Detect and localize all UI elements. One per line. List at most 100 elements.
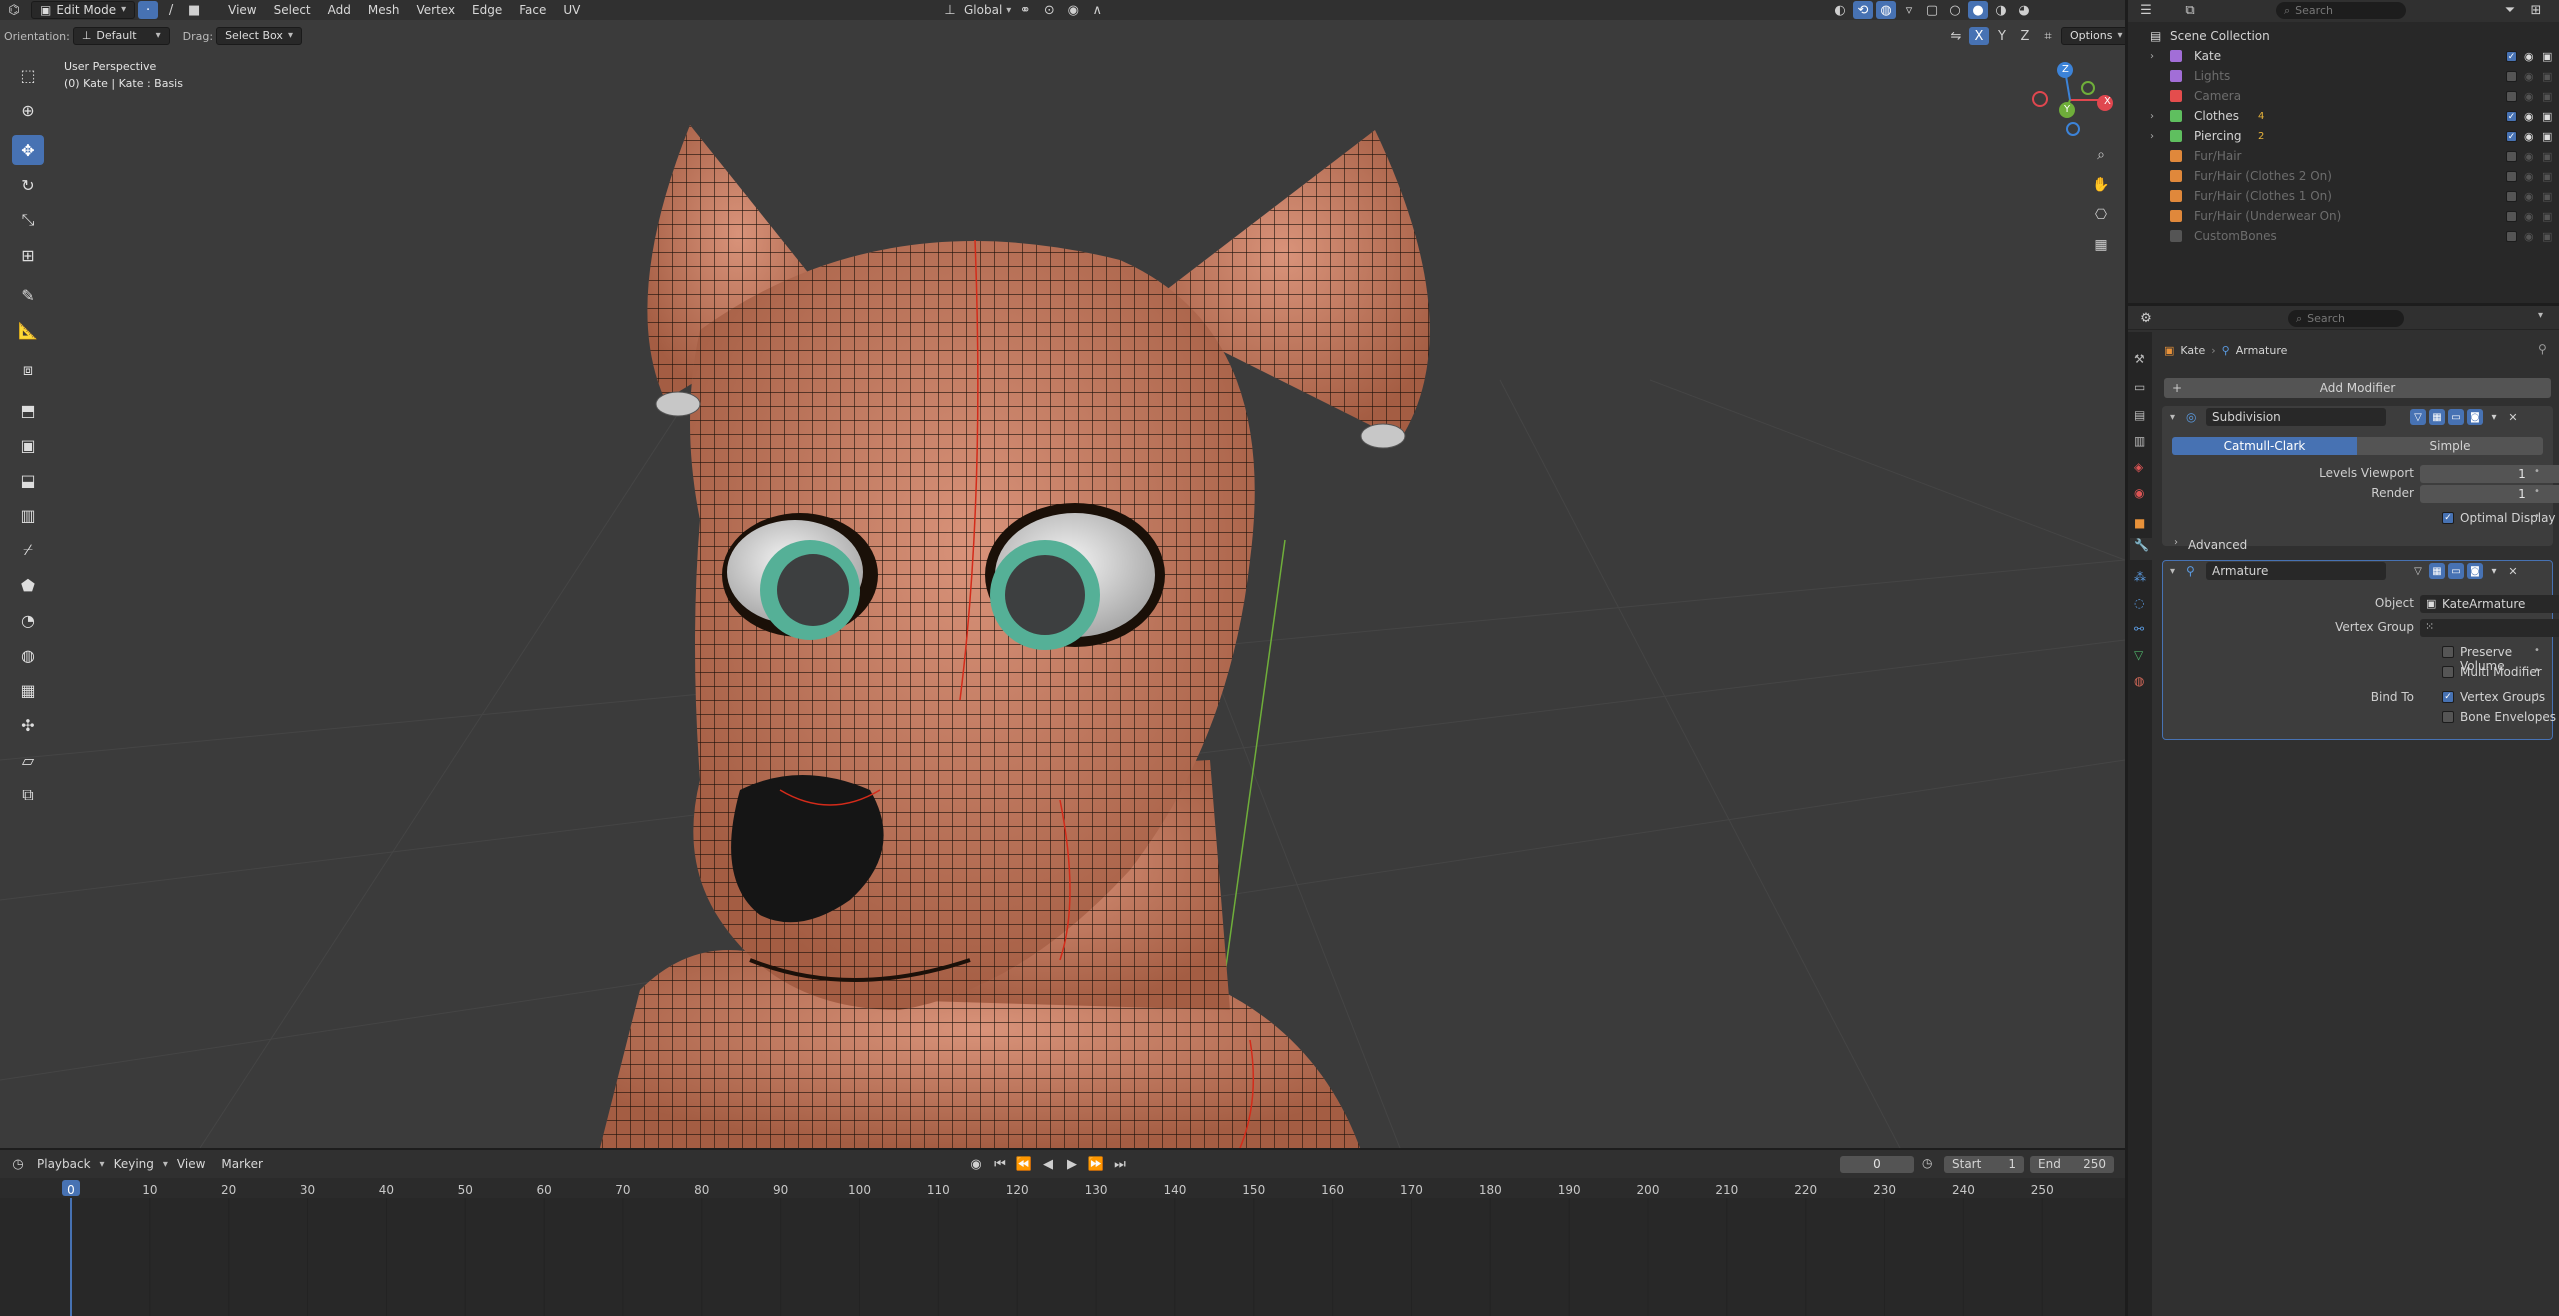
navigation-gizmo[interactable]	[2025, 55, 2115, 145]
zoom-icon[interactable]: ⌕	[2088, 142, 2114, 168]
exclude-checkbox[interactable]: ✓	[2506, 110, 2517, 122]
next-keyframe-icon[interactable]: ⏩	[1086, 1155, 1106, 1173]
vertex-select-icon[interactable]: ·	[138, 1, 159, 19]
ortho-grid-icon[interactable]: ▦	[2088, 232, 2114, 258]
jump-end-icon[interactable]: ⏭	[1110, 1155, 1130, 1173]
transform-orientation[interactable]: Global	[964, 3, 1002, 17]
expand-chevron-icon[interactable]: ›	[2150, 111, 2154, 122]
play-icon[interactable]: ▶	[1062, 1155, 1082, 1173]
extrude-icon[interactable]: ⬒	[12, 395, 44, 425]
mesh-edit-overlay-icon[interactable]: ▿	[1899, 1, 1919, 19]
poly-build-icon[interactable]: ⬟	[12, 570, 44, 600]
clock-icon[interactable]: ◷	[8, 1155, 28, 1173]
keyframe-dot-icon[interactable]: •	[2534, 511, 2540, 522]
add-cube-icon[interactable]: ⧈	[12, 355, 44, 385]
pin-icon[interactable]: ⚲	[2538, 342, 2547, 356]
multi-modifier-checkbox[interactable]	[2442, 666, 2454, 678]
menu-marker[interactable]: Marker	[214, 1155, 269, 1173]
outliner-item[interactable]: Camera ◉ ▣	[2128, 86, 2559, 106]
chevron-down-icon[interactable]: ▾	[2486, 409, 2502, 425]
vertex-groups-checkbox[interactable]: ✓	[2442, 691, 2454, 703]
chevron-down-icon[interactable]: ▾	[2538, 310, 2543, 321]
timer-icon[interactable]: ◷	[1922, 1156, 1932, 1170]
outliner-item[interactable]: CustomBones ◉ ▣	[2128, 226, 2559, 246]
eye-icon[interactable]: ◉	[2524, 70, 2534, 83]
drag-dropdown[interactable]: Select Box ▾	[216, 27, 302, 45]
armature-name-field[interactable]: Armature	[2206, 562, 2386, 580]
add-modifier-button[interactable]: + Add Modifier	[2164, 378, 2551, 398]
wireframe-shading-icon[interactable]: ○	[1945, 1, 1965, 19]
prev-keyframe-icon[interactable]: ⏪	[1014, 1155, 1034, 1173]
eye-icon[interactable]: ◉	[2524, 230, 2534, 243]
object-tab-icon[interactable]: ■	[2134, 516, 2145, 530]
visibility-icon[interactable]: ◐	[1830, 1, 1850, 19]
render-camera-icon[interactable]: ▣	[2542, 210, 2552, 223]
keyframe-dot-icon[interactable]: •	[2534, 486, 2540, 497]
exclude-checkbox[interactable]	[2506, 190, 2517, 202]
bone-envelopes-checkbox[interactable]	[2442, 711, 2454, 723]
outliner-item[interactable]: Lights ◉ ▣	[2128, 66, 2559, 86]
edit-cage-icon[interactable]: ▽	[2410, 563, 2426, 579]
start-frame-field[interactable]: Start 1	[1944, 1156, 2024, 1173]
axis-y-toggle[interactable]: Y	[1992, 27, 2012, 45]
render-camera-icon[interactable]: ▣	[2542, 150, 2552, 163]
shrink-fatten-icon[interactable]: ✣	[12, 710, 44, 740]
face-select-icon[interactable]: ■	[184, 1, 204, 19]
cursor-icon[interactable]: ⊕	[12, 95, 44, 125]
exclude-checkbox[interactable]: ✓	[2506, 130, 2517, 142]
editor-type-icon[interactable]: ⚙	[2136, 309, 2156, 327]
auto-merge-icon[interactable]: ⌗	[2038, 27, 2058, 45]
record-icon[interactable]: ◉	[966, 1155, 986, 1173]
world-tab-icon[interactable]: ◉	[2134, 486, 2144, 500]
outliner-item[interactable]: › Clothes ✓ ◉ ▣	[2128, 106, 2559, 126]
subdivision-name-field[interactable]: Subdivision	[2206, 408, 2386, 426]
expand-chevron-icon[interactable]: ›	[2150, 51, 2154, 62]
keyframe-dot-icon[interactable]: •	[2534, 665, 2540, 676]
menu-edge[interactable]: Edge	[465, 1, 509, 19]
vertex-group-field[interactable]: ⁙	[2420, 619, 2559, 637]
outliner-item[interactable]: › Piercing ✓ ◉ ▣	[2128, 126, 2559, 146]
data-tab-icon[interactable]: ▽	[2134, 648, 2143, 662]
realtime-icon[interactable]: ▭	[2448, 409, 2464, 425]
bevel-icon[interactable]: ⬓	[12, 465, 44, 495]
mode-dropdown[interactable]: ▣ Edit Mode ▾	[31, 1, 136, 19]
axis-z-toggle[interactable]: Z	[2015, 27, 2035, 45]
collapse-chevron-icon[interactable]: ▾	[2170, 412, 2175, 423]
render-camera-icon[interactable]: ▣	[2542, 50, 2552, 63]
viewport-scene[interactable]	[0, 0, 2125, 1148]
menu-uv[interactable]: UV	[556, 1, 587, 19]
exclude-checkbox[interactable]	[2506, 150, 2517, 162]
menu-face[interactable]: Face	[512, 1, 553, 19]
display-mode-icon[interactable]: ⧉	[2180, 1, 2200, 19]
render-camera-icon[interactable]: ▣	[2542, 170, 2552, 183]
options-dropdown[interactable]: Options ▾	[2061, 27, 2125, 45]
editmode-icon[interactable]: ▦	[2429, 563, 2445, 579]
axis-x-toggle[interactable]: X	[1969, 27, 1989, 45]
outliner-item[interactable]: › Kate ✓ ◉ ▣	[2128, 46, 2559, 66]
material-shading-icon[interactable]: ◑	[1991, 1, 2011, 19]
close-icon[interactable]: ✕	[2505, 409, 2521, 425]
3d-viewport[interactable]: ⌬ ▣ Edit Mode ▾ · / ■ View Select Add Me…	[0, 0, 2125, 1148]
eye-icon[interactable]: ◉	[2524, 170, 2534, 183]
loop-cut-icon[interactable]: ▥	[12, 500, 44, 530]
gizmo-icon[interactable]: ⟲	[1853, 1, 1873, 19]
outliner-item[interactable]: Fur/Hair (Clothes 1 On) ◉ ▣	[2128, 186, 2559, 206]
render-tab-icon[interactable]: ▭	[2134, 380, 2145, 394]
menu-mesh[interactable]: Mesh	[361, 1, 407, 19]
preserve-volume-checkbox[interactable]	[2442, 646, 2454, 658]
new-collection-icon[interactable]: ⊞	[2526, 1, 2546, 19]
smooth-icon[interactable]: ◍	[12, 640, 44, 670]
close-icon[interactable]: ✕	[2505, 563, 2521, 579]
menu-view[interactable]: View	[221, 1, 263, 19]
armature-object-field[interactable]: ▣ KateArmature ✕	[2420, 595, 2559, 613]
outliner-item[interactable]: Fur/Hair (Underwear On) ◉ ▣	[2128, 206, 2559, 226]
properties-search[interactable]: ⌕ Search	[2288, 310, 2404, 327]
keyframe-dot-icon[interactable]: •	[2534, 466, 2540, 477]
snap-icon[interactable]: ⊙	[1039, 1, 1059, 19]
select-box-icon[interactable]: ⬚	[12, 60, 44, 90]
render-camera-icon[interactable]: ◙	[2467, 409, 2483, 425]
jump-start-icon[interactable]: ⏮	[990, 1155, 1010, 1173]
inset-icon[interactable]: ▣	[12, 430, 44, 460]
xray-icon[interactable]: ▢	[1922, 1, 1942, 19]
render-camera-icon[interactable]: ▣	[2542, 190, 2552, 203]
